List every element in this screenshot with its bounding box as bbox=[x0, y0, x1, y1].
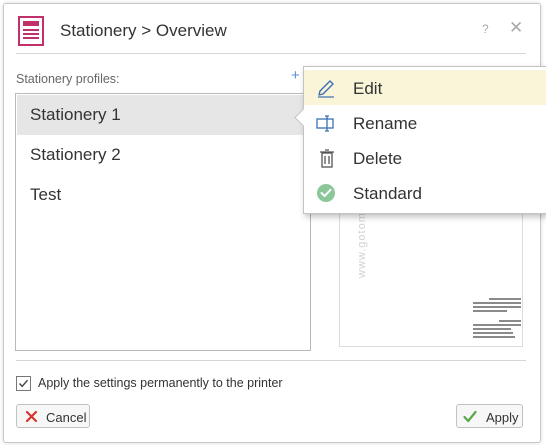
cancel-x-icon bbox=[26, 411, 37, 422]
menu-item-standard-label: Standard bbox=[353, 184, 422, 203]
apply-permanently-checkbox[interactable] bbox=[16, 376, 31, 391]
preview-address-line bbox=[473, 328, 511, 330]
profile-item-stationery-2[interactable]: Stationery 2 bbox=[17, 135, 309, 175]
check-circle-icon bbox=[317, 184, 335, 202]
pencil-icon bbox=[318, 80, 334, 98]
menu-item-delete-label: Delete bbox=[353, 149, 403, 168]
menu-item-rename-label: Rename bbox=[353, 114, 418, 133]
rename-icon bbox=[316, 115, 334, 132]
cancel-label: Cancel bbox=[46, 410, 87, 425]
apply-label: Apply bbox=[486, 410, 519, 425]
dialog-title: Stationery > Overview bbox=[60, 21, 227, 40]
preview-address-line bbox=[499, 320, 521, 322]
menu-item-rename[interactable]: Rename bbox=[304, 105, 546, 140]
trash-icon bbox=[320, 149, 334, 168]
preview-address-line bbox=[489, 298, 521, 300]
preview-address-line bbox=[473, 332, 513, 334]
add-profile-icon[interactable]: + bbox=[291, 67, 300, 84]
profile-item-stationery-1[interactable]: Stationery 1 bbox=[17, 95, 309, 135]
header-divider bbox=[16, 53, 526, 54]
stationery-dialog: Stationery > Overview ? ✕ Stationery pro… bbox=[3, 3, 546, 443]
profile-item-test[interactable]: Test bbox=[17, 175, 309, 215]
menu-item-standard[interactable]: Standard bbox=[304, 175, 546, 210]
apply-check-icon bbox=[463, 410, 477, 423]
cancel-button[interactable]: Cancel bbox=[16, 404, 90, 428]
footer-divider bbox=[16, 360, 526, 361]
help-icon[interactable]: ? bbox=[482, 22, 489, 36]
apply-permanently-label: Apply the settings permanently to the pr… bbox=[38, 376, 283, 390]
stationery-preview: www.gotomaxx.com bbox=[339, 193, 523, 347]
menu-item-edit[interactable]: Edit bbox=[304, 70, 546, 105]
menu-item-delete[interactable]: Delete bbox=[304, 140, 546, 175]
close-icon[interactable]: ✕ bbox=[509, 18, 523, 38]
preview-address-line bbox=[473, 336, 515, 338]
stationery-icon bbox=[18, 16, 44, 46]
profiles-label: Stationery profiles: bbox=[16, 72, 120, 86]
profile-context-menu: Edit Rename Delete Standard bbox=[294, 66, 546, 214]
preview-address-line bbox=[473, 324, 521, 326]
profiles-list: Stationery 1 Stationery 2 Test bbox=[15, 93, 311, 351]
menu-item-edit-label: Edit bbox=[353, 79, 383, 98]
preview-watermark: www.gotomaxx.com bbox=[356, 193, 368, 278]
checkmark-icon bbox=[18, 379, 29, 388]
apply-button[interactable]: Apply bbox=[456, 404, 523, 428]
preview-address-line bbox=[473, 306, 521, 308]
preview-address-line bbox=[473, 302, 521, 304]
preview-address-line bbox=[473, 310, 507, 312]
